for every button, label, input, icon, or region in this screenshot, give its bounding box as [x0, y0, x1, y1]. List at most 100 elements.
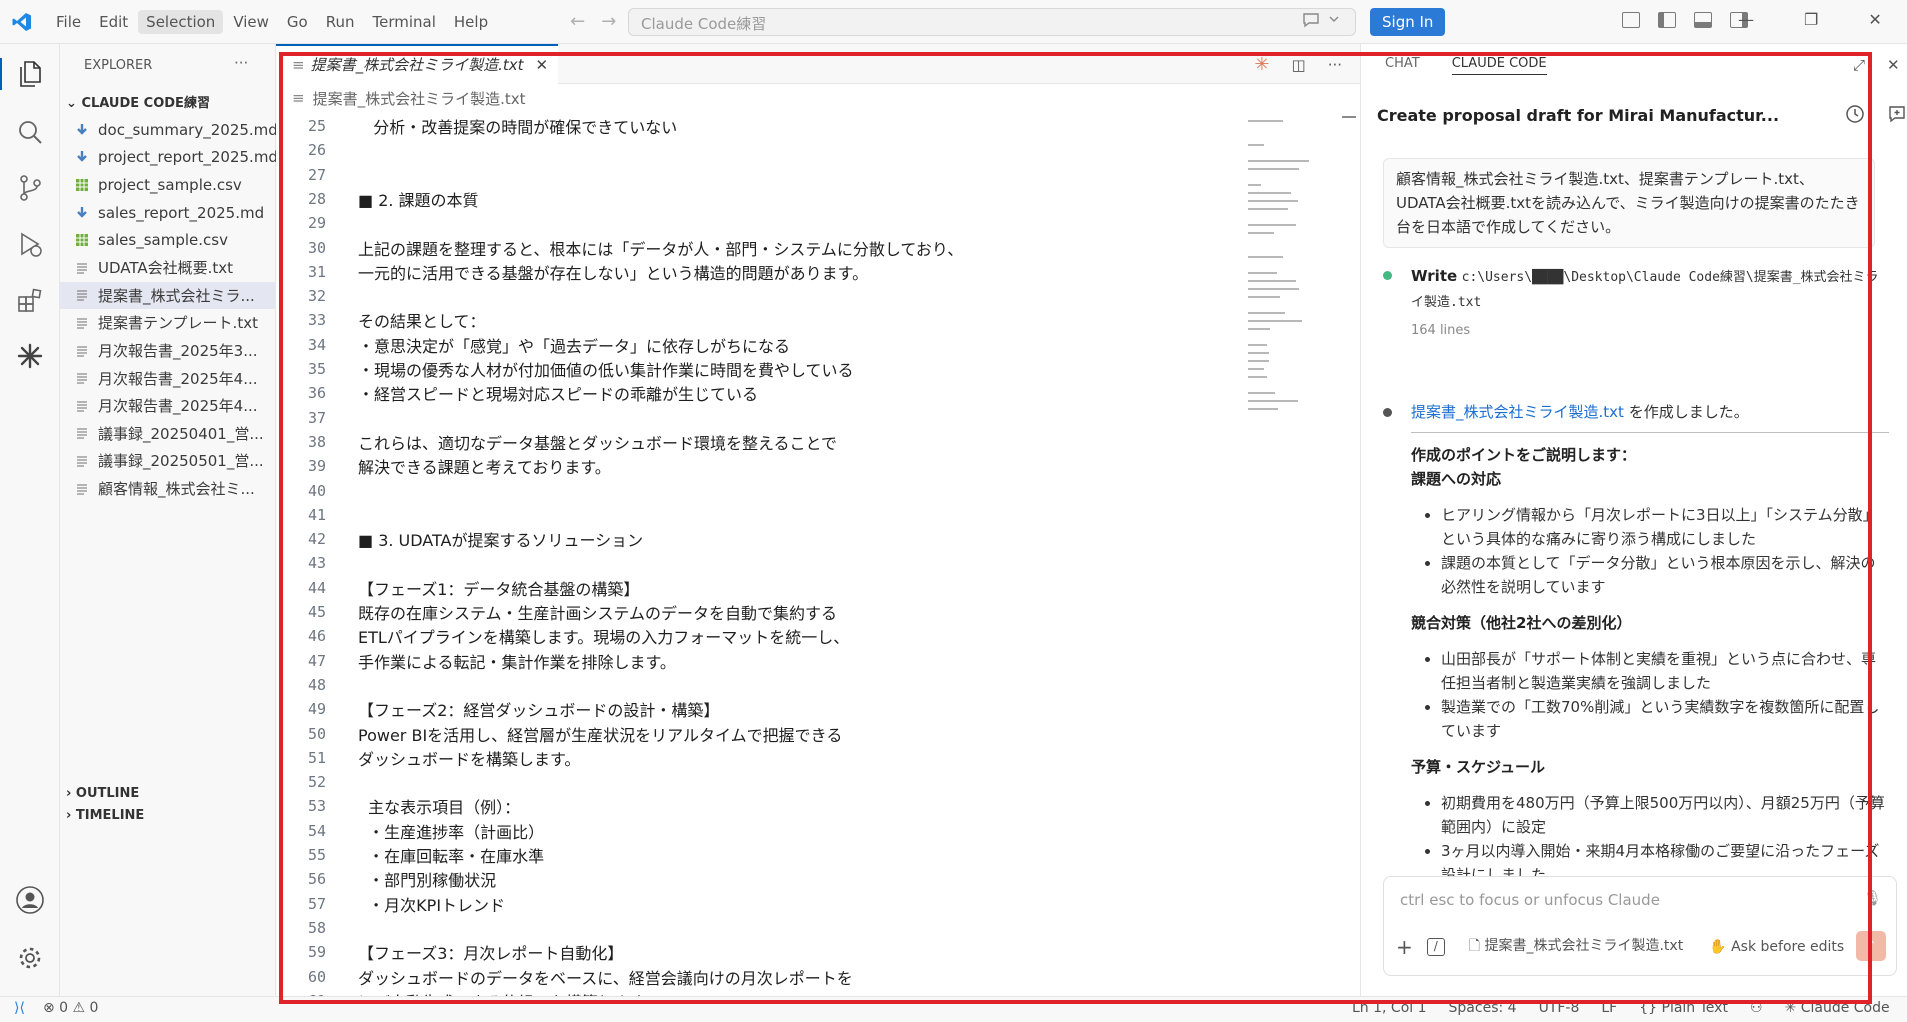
- claude-icon[interactable]: [14, 340, 46, 372]
- file-item[interactable]: 月次報告書_2025年4...: [60, 392, 276, 420]
- run-debug-icon[interactable]: [14, 228, 46, 260]
- code-line[interactable]: 29: [276, 211, 358, 235]
- code-view[interactable]: 25 分析・改善提案の時間が確保できていない 26 27 28 ■ 2. 課題の本質 29…: [276, 110, 1276, 996]
- search-icon[interactable]: [14, 116, 46, 148]
- code-line[interactable]: 59 【フェーズ3：月次レポート自動化】: [276, 940, 623, 964]
- send-button[interactable]: ↑: [1856, 931, 1886, 961]
- extensions-icon[interactable]: [14, 284, 46, 316]
- outline-section[interactable]: › OUTLINE: [66, 786, 139, 801]
- tab-chat[interactable]: CHAT: [1385, 56, 1420, 75]
- explorer-icon[interactable]: [0, 58, 46, 90]
- menu-selection[interactable]: Selection: [138, 9, 224, 34]
- settings-gear-icon[interactable]: [14, 942, 46, 974]
- code-line[interactable]: 54 ・生産進捗率（計画比）: [276, 819, 544, 843]
- menu-run[interactable]: Run: [318, 10, 363, 34]
- context-file-chip[interactable]: 🗋 提案書_株式会社ミライ製造.txt: [1469, 935, 1683, 959]
- close-tab-icon[interactable]: ✕: [536, 56, 549, 74]
- code-line[interactable]: 31 一元的に活用できる基盤が存在しない」という構造的問題があります。: [276, 260, 868, 284]
- file-item[interactable]: 顧客情報_株式会社ミ...: [60, 475, 276, 503]
- code-line[interactable]: 53 主な表示項目（例）：: [276, 794, 520, 818]
- menu-file[interactable]: File: [48, 10, 89, 34]
- copilot-icon[interactable]: ⚇: [1750, 1000, 1763, 1016]
- encoding[interactable]: UTF-8: [1539, 1000, 1580, 1016]
- menu-terminal[interactable]: Terminal: [365, 10, 444, 34]
- toggle-sidebar-icon[interactable]: [1658, 12, 1676, 28]
- menu-view[interactable]: View: [225, 10, 277, 34]
- file-item[interactable]: UDATA会社概要.txt: [60, 254, 276, 282]
- minimize-icon[interactable]: —: [1738, 10, 1754, 29]
- forward-arrow-icon[interactable]: →: [601, 11, 616, 32]
- code-line[interactable]: 40: [276, 479, 358, 503]
- claude-spark-icon[interactable]: ✳: [1254, 54, 1269, 75]
- code-line[interactable]: 27: [276, 163, 358, 187]
- command-center-search[interactable]: Claude Code練習: [628, 8, 1356, 36]
- file-link[interactable]: 提案書_株式会社ミライ製造.txt: [1411, 403, 1624, 421]
- code-line[interactable]: 61ほぼ自動生成できる仕組みを構築します。: [276, 989, 660, 996]
- folder-header[interactable]: ⌄ CLAUDE CODE練習: [66, 92, 210, 111]
- chat-toggle-icon[interactable]: [1302, 12, 1342, 32]
- code-line[interactable]: 45 既存の在庫システム・生産計画システムのデータを自動で集約する: [276, 600, 837, 624]
- tool-call[interactable]: Write c:\Users\████\Desktop\Claude Code練…: [1383, 264, 1881, 343]
- cursor-position[interactable]: Ln 1, Col 1: [1352, 1000, 1427, 1016]
- code-line[interactable]: 30 上記の課題を整理すると、根本には「データが人・部門・システムに分散しており、: [276, 236, 963, 260]
- code-line[interactable]: 36 ・経営スピードと現場対応スピードの乖離が生じている: [276, 381, 758, 405]
- restore-icon[interactable]: ❐: [1804, 10, 1818, 29]
- end-of-line[interactable]: LF: [1601, 1000, 1617, 1016]
- split-editor-icon[interactable]: ◫: [1292, 56, 1306, 74]
- tab-claude-code[interactable]: CLAUDE CODE: [1451, 56, 1547, 75]
- claude-status[interactable]: ✳ Claude Code: [1785, 1000, 1890, 1016]
- mode-selector[interactable]: ✋ Ask before edits: [1709, 939, 1844, 955]
- toggle-panel-icon[interactable]: [1694, 12, 1712, 28]
- maximize-panel-icon[interactable]: ⤢: [1853, 56, 1865, 74]
- code-line[interactable]: 34 ・意思決定が「感覚」や「過去データ」に依存しがちになる: [276, 333, 790, 357]
- file-item[interactable]: 提案書_株式会社ミラ...: [60, 281, 276, 310]
- code-line[interactable]: 39 解決できる課題と考えております。: [276, 454, 611, 478]
- microphone-icon[interactable]: 🎙: [1863, 889, 1882, 907]
- file-item[interactable]: 提案書テンプレート.txt: [60, 309, 276, 337]
- code-line[interactable]: 49 【フェーズ2：経営ダッシュボードの設計・構築】: [276, 697, 719, 721]
- remote-icon[interactable]: ⟩⟨: [14, 1000, 25, 1016]
- menu-edit[interactable]: Edit: [91, 10, 136, 34]
- file-item[interactable]: doc_summary_2025.md: [60, 116, 276, 144]
- code-line[interactable]: 52: [276, 770, 358, 794]
- code-line[interactable]: 44 【フェーズ1：データ統合基盤の構築】: [276, 576, 639, 600]
- code-line[interactable]: 46 ETLパイプラインを構築します。現場の入力フォーマットを統一し、: [276, 624, 849, 648]
- file-item[interactable]: project_sample.csv: [60, 171, 276, 199]
- scrollbar-indicator[interactable]: [1342, 116, 1356, 118]
- prompt-input[interactable]: ctrl esc to focus or unfocus Claude 🎙 + …: [1383, 876, 1897, 976]
- code-line[interactable]: 57 ・月次KPIトレンド: [276, 892, 505, 916]
- sign-in-button[interactable]: Sign In: [1370, 8, 1446, 36]
- code-line[interactable]: 28 ■ 2. 課題の本質: [276, 187, 479, 211]
- source-control-icon[interactable]: [14, 172, 46, 204]
- close-window-icon[interactable]: ✕: [1868, 10, 1881, 29]
- code-line[interactable]: 58: [276, 916, 358, 940]
- code-line[interactable]: 25 分析・改善提案の時間が確保できていない: [276, 114, 677, 138]
- code-line[interactable]: 56 ・部門別稼働状況: [276, 867, 496, 891]
- problems-indicator[interactable]: ⊗ 0 ⚠ 0: [43, 1000, 98, 1016]
- minimap[interactable]: [1248, 120, 1318, 460]
- code-line[interactable]: 32: [276, 284, 358, 308]
- code-line[interactable]: 47 手作業による転記・集計作業を排除します。: [276, 649, 676, 673]
- file-item[interactable]: sales_report_2025.md: [60, 199, 276, 227]
- code-line[interactable]: 35 ・現場の優秀な人材が付加価値の低い集計作業に時間を費やしている: [276, 357, 854, 381]
- file-item[interactable]: 議事録_20250401_営...: [60, 420, 276, 448]
- new-chat-icon[interactable]: [1887, 104, 1907, 128]
- close-panel-icon[interactable]: ✕: [1887, 56, 1900, 74]
- add-attachment-icon[interactable]: +: [1396, 935, 1413, 959]
- code-line[interactable]: 51 ダッシュボードを構築します。: [276, 746, 580, 770]
- account-icon[interactable]: [14, 884, 46, 916]
- slash-command-icon[interactable]: /: [1426, 938, 1445, 956]
- file-item[interactable]: project_report_2025.md: [60, 144, 276, 172]
- code-line[interactable]: 43: [276, 551, 358, 575]
- customize-layout-icon[interactable]: [1622, 12, 1640, 28]
- code-line[interactable]: 37: [276, 406, 358, 430]
- file-item[interactable]: 月次報告書_2025年4...: [60, 364, 276, 392]
- file-item[interactable]: sales_sample.csv: [60, 226, 276, 254]
- language-mode[interactable]: {} Plain Text: [1639, 1000, 1728, 1016]
- editor-tab[interactable]: ≡ 提案書_株式会社ミライ製造.txt ✕: [276, 43, 559, 84]
- code-line[interactable]: 33 その結果として：: [276, 308, 486, 332]
- timeline-section[interactable]: › TIMELINE: [66, 808, 144, 823]
- history-clock-icon[interactable]: [1845, 104, 1865, 128]
- breadcrumb[interactable]: ≡ 提案書_株式会社ミライ製造.txt: [276, 84, 1360, 112]
- code-line[interactable]: 41: [276, 503, 358, 527]
